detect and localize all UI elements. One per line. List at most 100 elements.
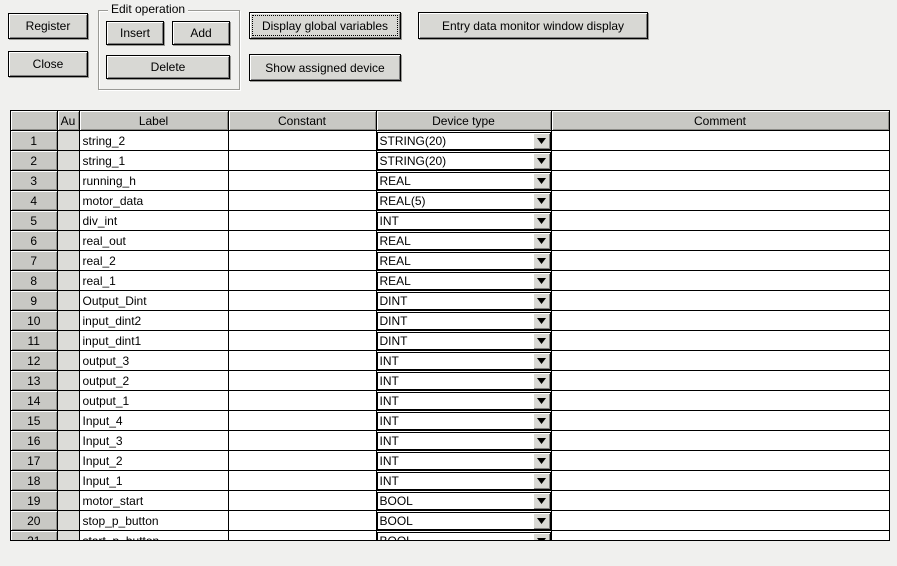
device-type-dropdown[interactable]: BOOL: [376, 491, 550, 510]
column-header-constant[interactable]: Constant: [228, 111, 377, 131]
device-type-cell[interactable]: REAL: [376, 170, 552, 191]
comment-cell[interactable]: [551, 370, 889, 391]
column-header-au[interactable]: Au: [57, 111, 80, 131]
label-cell[interactable]: output_1: [79, 390, 229, 411]
chevron-down-icon[interactable]: [532, 152, 550, 169]
comment-cell[interactable]: [551, 270, 889, 291]
constant-cell[interactable]: [228, 370, 377, 391]
chevron-down-icon[interactable]: [532, 392, 550, 409]
column-header-label[interactable]: Label: [79, 111, 229, 131]
chevron-down-icon[interactable]: [532, 272, 550, 289]
device-type-dropdown[interactable]: INT: [376, 411, 550, 430]
constant-cell[interactable]: [228, 230, 377, 251]
comment-cell[interactable]: [551, 450, 889, 471]
column-header-select-all[interactable]: [11, 111, 58, 131]
chevron-down-icon[interactable]: [532, 492, 550, 509]
entry-data-monitor-window-display-button[interactable]: Entry data monitor window display: [418, 12, 648, 39]
row-number-cell[interactable]: 5: [11, 210, 58, 231]
auto-cell[interactable]: [57, 430, 80, 451]
label-cell[interactable]: Input_3: [79, 430, 229, 451]
table-row[interactable]: 12 output_3 INT: [11, 350, 889, 371]
chevron-down-icon[interactable]: [532, 332, 550, 349]
label-cell[interactable]: input_dint1: [79, 330, 229, 351]
device-type-cell[interactable]: INT: [376, 390, 552, 411]
comment-cell[interactable]: [551, 390, 889, 411]
device-type-cell[interactable]: INT: [376, 370, 552, 391]
table-row[interactable]: 16 Input_3 INT: [11, 430, 889, 451]
insert-button[interactable]: Insert: [106, 21, 164, 45]
constant-cell[interactable]: [228, 310, 377, 331]
device-type-cell[interactable]: INT: [376, 350, 552, 371]
auto-cell[interactable]: [57, 510, 80, 531]
chevron-down-icon[interactable]: [532, 292, 550, 309]
row-number-cell[interactable]: 16: [11, 430, 58, 451]
device-type-cell[interactable]: INT: [376, 470, 552, 491]
comment-cell[interactable]: [551, 170, 889, 191]
comment-cell[interactable]: [551, 490, 889, 511]
constant-cell[interactable]: [228, 490, 377, 511]
auto-cell[interactable]: [57, 310, 80, 331]
device-type-cell[interactable]: DINT: [376, 290, 552, 311]
table-row[interactable]: 7 real_2 REAL: [11, 250, 889, 271]
device-type-cell[interactable]: DINT: [376, 310, 552, 331]
device-type-dropdown[interactable]: INT: [376, 431, 550, 450]
comment-cell[interactable]: [551, 350, 889, 371]
row-number-cell[interactable]: 12: [11, 350, 58, 371]
row-number-cell[interactable]: 1: [11, 130, 58, 151]
comment-cell[interactable]: [551, 190, 889, 211]
label-cell[interactable]: Input_4: [79, 410, 229, 431]
chevron-down-icon[interactable]: [532, 412, 550, 429]
constant-cell[interactable]: [228, 250, 377, 271]
auto-cell[interactable]: [57, 270, 80, 291]
chevron-down-icon[interactable]: [532, 172, 550, 189]
auto-cell[interactable]: [57, 330, 80, 351]
label-cell[interactable]: Input_2: [79, 450, 229, 471]
row-number-cell[interactable]: 13: [11, 370, 58, 391]
device-type-cell[interactable]: REAL: [376, 250, 552, 271]
table-row[interactable]: 18 Input_1 INT: [11, 470, 889, 491]
display-global-variables-button[interactable]: Display global variables: [249, 12, 401, 39]
row-number-cell[interactable]: 17: [11, 450, 58, 471]
chevron-down-icon[interactable]: [532, 192, 550, 209]
label-cell[interactable]: output_3: [79, 350, 229, 371]
auto-cell[interactable]: [57, 190, 80, 211]
device-type-cell[interactable]: BOOL: [376, 530, 552, 540]
label-cell[interactable]: real_1: [79, 270, 229, 291]
comment-cell[interactable]: [551, 310, 889, 331]
row-number-cell[interactable]: 14: [11, 390, 58, 411]
chevron-down-icon[interactable]: [532, 352, 550, 369]
auto-cell[interactable]: [57, 530, 80, 540]
device-type-cell[interactable]: INT: [376, 450, 552, 471]
comment-cell[interactable]: [551, 150, 889, 171]
row-number-cell[interactable]: 19: [11, 490, 58, 511]
device-type-dropdown[interactable]: REAL(5): [376, 191, 550, 210]
constant-cell[interactable]: [228, 470, 377, 491]
device-type-cell[interactable]: INT: [376, 210, 552, 231]
device-type-cell[interactable]: INT: [376, 430, 552, 451]
row-number-cell[interactable]: 21: [11, 530, 58, 540]
chevron-down-icon[interactable]: [532, 132, 550, 149]
device-type-dropdown[interactable]: REAL: [376, 171, 550, 190]
label-cell[interactable]: stop_p_button: [79, 510, 229, 531]
device-type-dropdown[interactable]: STRING(20): [376, 131, 550, 150]
device-type-dropdown[interactable]: REAL: [376, 231, 550, 250]
device-type-dropdown[interactable]: DINT: [376, 311, 550, 330]
column-header-comment[interactable]: Comment: [551, 111, 889, 131]
device-type-cell[interactable]: INT: [376, 410, 552, 431]
auto-cell[interactable]: [57, 130, 80, 151]
auto-cell[interactable]: [57, 170, 80, 191]
row-number-cell[interactable]: 9: [11, 290, 58, 311]
auto-cell[interactable]: [57, 390, 80, 411]
constant-cell[interactable]: [228, 510, 377, 531]
label-cell[interactable]: Input_1: [79, 470, 229, 491]
device-type-dropdown[interactable]: BOOL: [376, 531, 550, 540]
comment-cell[interactable]: [551, 130, 889, 151]
auto-cell[interactable]: [57, 490, 80, 511]
row-number-cell[interactable]: 2: [11, 150, 58, 171]
comment-cell[interactable]: [551, 470, 889, 491]
constant-cell[interactable]: [228, 390, 377, 411]
close-button[interactable]: Close: [8, 51, 88, 77]
row-number-cell[interactable]: 8: [11, 270, 58, 291]
table-row[interactable]: 8 real_1 REAL: [11, 270, 889, 291]
auto-cell[interactable]: [57, 210, 80, 231]
